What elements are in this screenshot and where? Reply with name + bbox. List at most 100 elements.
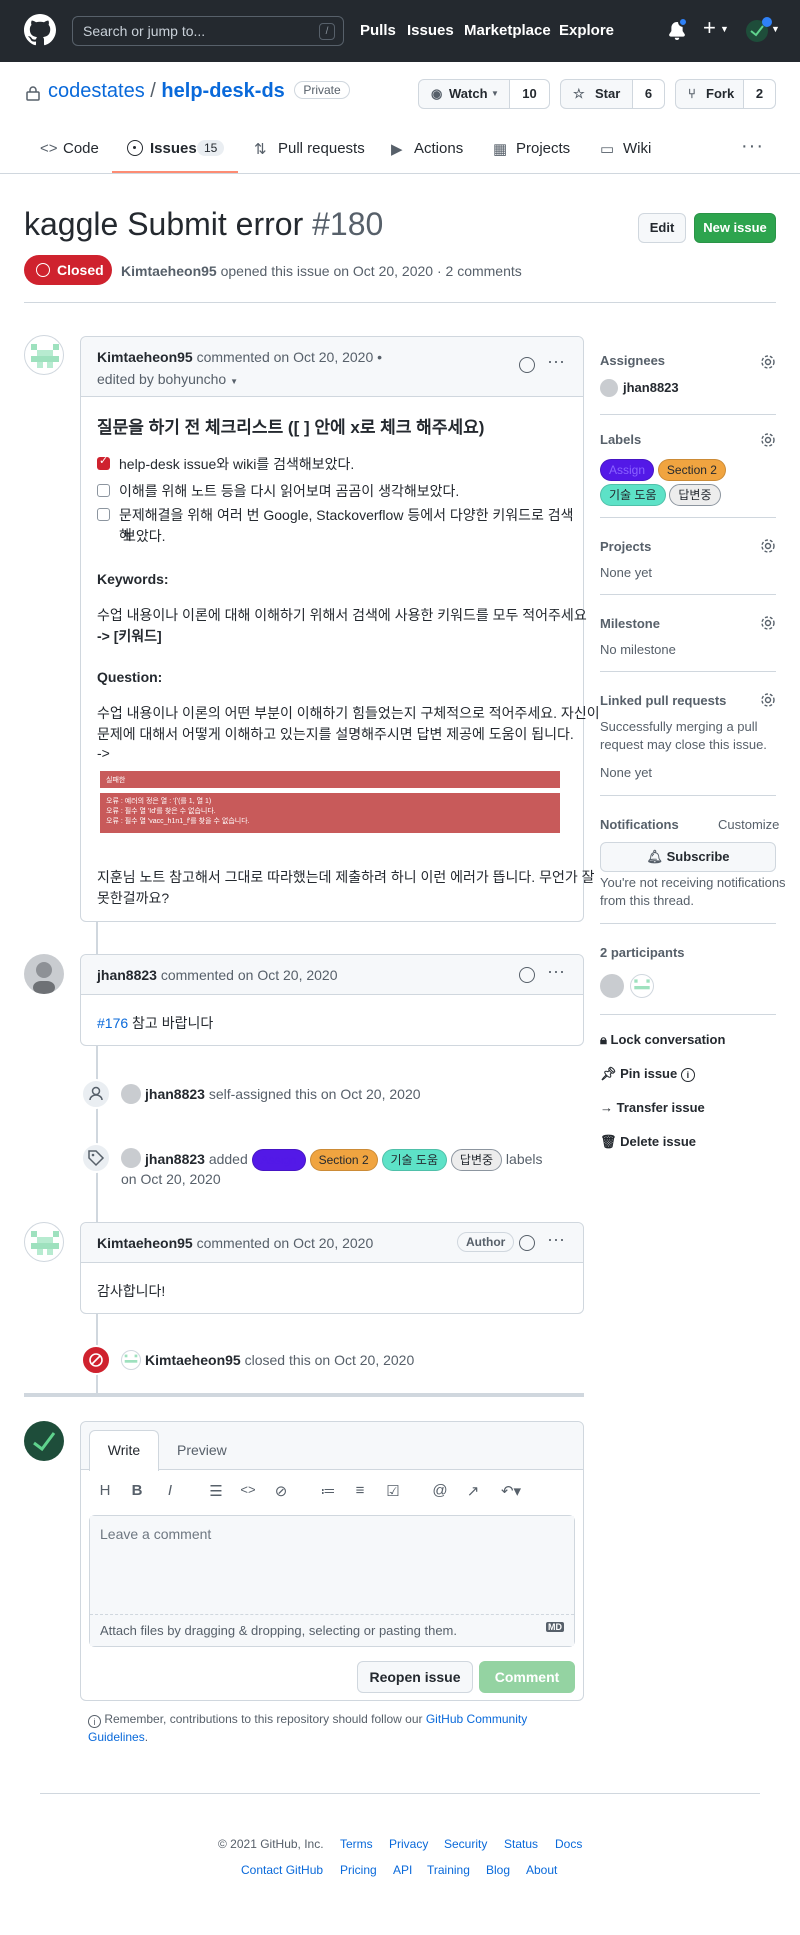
footer-link-contact[interactable]: Contact GitHub bbox=[241, 1863, 323, 1877]
footer-link-status[interactable]: Status bbox=[504, 1837, 538, 1851]
star-button[interactable]: ☆ Star 6 bbox=[560, 79, 665, 109]
edited-by[interactable]: edited by bohyuncho ▼ bbox=[97, 371, 238, 387]
avatar[interactable] bbox=[630, 974, 654, 998]
tab-code[interactable]: Code bbox=[63, 140, 99, 157]
gear-icon[interactable] bbox=[760, 354, 776, 370]
footer-link-privacy[interactable]: Privacy bbox=[389, 1837, 428, 1851]
footer-link-training[interactable]: Training bbox=[427, 1863, 470, 1877]
footer-link-docs[interactable]: Docs bbox=[555, 1837, 582, 1851]
comment-textarea[interactable]: Leave a comment Attach files by dragging… bbox=[89, 1515, 575, 1647]
transfer-issue[interactable]: → Transfer issue bbox=[600, 1100, 705, 1115]
nav-pulls[interactable]: Pulls bbox=[360, 22, 396, 39]
delete-issue[interactable]: 🗑︎ Delete issue bbox=[600, 1134, 696, 1150]
fork-count[interactable]: 2 bbox=[743, 80, 775, 108]
task-list-icon[interactable]: ☑ bbox=[383, 1482, 403, 1502]
tab-wiki[interactable]: Wiki bbox=[623, 140, 651, 157]
comment-date[interactable]: commented on Oct 20, 2020 • bbox=[197, 349, 382, 365]
fork-button[interactable]: ⑂ Fork 2 bbox=[675, 79, 776, 109]
label-answering[interactable]: 답변중 bbox=[669, 484, 721, 506]
assignees-heading[interactable]: Assignees bbox=[600, 353, 665, 368]
comment-date[interactable]: commented on Oct 20, 2020 bbox=[161, 967, 338, 983]
event-user[interactable]: Kimtaeheon95 bbox=[145, 1352, 241, 1368]
gear-icon[interactable] bbox=[760, 432, 776, 448]
pin-issue[interactable]: 📌︎ Pin issue i bbox=[600, 1066, 695, 1082]
heading-icon[interactable]: H bbox=[95, 1482, 115, 1502]
footer-link-security[interactable]: Security bbox=[444, 1837, 487, 1851]
milestone-heading[interactable]: Milestone bbox=[600, 616, 660, 631]
linked-prs-heading[interactable]: Linked pull requests bbox=[600, 693, 726, 708]
more-icon[interactable]: ··· bbox=[547, 351, 565, 372]
avatar[interactable] bbox=[24, 335, 64, 375]
more-icon[interactable]: ··· bbox=[547, 1229, 565, 1250]
info-icon[interactable]: i bbox=[680, 1068, 695, 1082]
github-logo-icon[interactable] bbox=[24, 14, 56, 46]
comment-author[interactable]: Kimtaeheon95 bbox=[97, 1235, 193, 1251]
attach-files[interactable]: Attach files by dragging & dropping, sel… bbox=[90, 1614, 574, 1646]
avatar[interactable] bbox=[600, 974, 624, 998]
gear-icon[interactable] bbox=[760, 615, 776, 631]
tab-projects[interactable]: Projects bbox=[516, 140, 570, 157]
footer-link-api[interactable]: API bbox=[393, 1863, 412, 1877]
label-section-2[interactable]: Section 2 bbox=[657, 459, 726, 481]
numbered-list-icon[interactable]: ≡ bbox=[350, 1482, 370, 1502]
lock-conversation[interactable]: 🔒︎ Lock conversation bbox=[600, 1032, 725, 1048]
reopen-issue-button[interactable]: Reopen issue bbox=[357, 1661, 473, 1693]
footer-link-terms[interactable]: Terms bbox=[340, 1837, 373, 1851]
comment-button[interactable]: Comment bbox=[479, 1661, 575, 1693]
comment-author[interactable]: jhan8823 bbox=[97, 967, 157, 983]
projects-heading[interactable]: Projects bbox=[600, 539, 651, 554]
issue-ref-link[interactable]: #176 bbox=[97, 1015, 128, 1031]
checkbox[interactable] bbox=[97, 484, 110, 497]
avatar[interactable] bbox=[24, 1421, 64, 1461]
watch-button[interactable]: ◉ Watch ▼ 10 bbox=[418, 79, 550, 109]
footer-link-about[interactable]: About bbox=[526, 1863, 557, 1877]
link-icon[interactable]: ⊘ bbox=[271, 1482, 291, 1502]
nav-issues[interactable]: Issues bbox=[407, 22, 454, 39]
customize-link[interactable]: Customize bbox=[718, 817, 779, 832]
footer-link-blog[interactable]: Blog bbox=[486, 1863, 510, 1877]
smiley-icon[interactable] bbox=[519, 967, 535, 983]
label-assign[interactable]: Assign bbox=[251, 1149, 306, 1171]
gear-icon[interactable] bbox=[760, 692, 776, 708]
bullet-list-icon[interactable]: ≔ bbox=[318, 1482, 338, 1502]
watch-count[interactable]: 10 bbox=[509, 80, 549, 108]
search-input[interactable]: Search or jump to... / bbox=[72, 16, 344, 46]
error-screenshot[interactable]: 실패한 오류 : 예러의 정은 열 : '{'(를 1, 열 1) 오류 : 필… bbox=[100, 771, 560, 833]
labels-heading[interactable]: Labels bbox=[600, 432, 641, 447]
event-date[interactable]: on Oct 20, 2020 bbox=[121, 1171, 221, 1187]
subscribe-button[interactable]: 🔔︎ Subscribe bbox=[600, 842, 776, 872]
tab-write[interactable]: Write bbox=[89, 1430, 159, 1471]
tab-issues[interactable]: Issues bbox=[150, 140, 197, 157]
guidelines-link[interactable]: Guidelines bbox=[88, 1730, 145, 1744]
tab-pull-requests[interactable]: Pull requests bbox=[278, 140, 365, 157]
avatar[interactable] bbox=[121, 1350, 141, 1370]
comment-author[interactable]: Kimtaeheon95 bbox=[97, 349, 193, 365]
avatar[interactable] bbox=[121, 1084, 141, 1104]
markdown-icon[interactable]: MD bbox=[546, 1622, 564, 1632]
label-tech-help[interactable]: 기술 도움 bbox=[600, 484, 666, 506]
star-count[interactable]: 6 bbox=[632, 80, 664, 108]
nav-marketplace[interactable]: Marketplace bbox=[464, 22, 551, 39]
avatar[interactable] bbox=[24, 1222, 64, 1262]
checkbox[interactable] bbox=[97, 508, 110, 521]
label-assign[interactable]: Assign bbox=[600, 459, 655, 481]
author-link[interactable]: Kimtaeheon95 bbox=[121, 263, 217, 279]
tab-preview[interactable]: Preview bbox=[177, 1442, 227, 1458]
gear-icon[interactable] bbox=[760, 538, 776, 554]
label-answering[interactable]: 답변중 bbox=[450, 1149, 503, 1171]
quote-icon[interactable]: ☰ bbox=[206, 1482, 226, 1502]
plus-icon[interactable]: + bbox=[703, 17, 716, 39]
event-user[interactable]: jhan8823 bbox=[145, 1151, 205, 1167]
footer-link-pricing[interactable]: Pricing bbox=[340, 1863, 377, 1877]
tab-actions[interactable]: Actions bbox=[414, 140, 463, 157]
bold-icon[interactable]: B bbox=[127, 1482, 147, 1502]
assignee-name[interactable]: jhan8823 bbox=[623, 380, 679, 395]
community-link[interactable]: GitHub Community bbox=[426, 1712, 527, 1726]
reference-icon[interactable]: ↗ bbox=[463, 1482, 483, 1502]
edit-button[interactable]: Edit bbox=[638, 213, 686, 243]
avatar[interactable] bbox=[121, 1148, 141, 1168]
comment-date[interactable]: commented on Oct 20, 2020 bbox=[197, 1235, 374, 1251]
avatar[interactable] bbox=[600, 379, 618, 397]
smiley-icon[interactable] bbox=[519, 1235, 535, 1251]
mention-icon[interactable]: @ bbox=[430, 1482, 450, 1502]
